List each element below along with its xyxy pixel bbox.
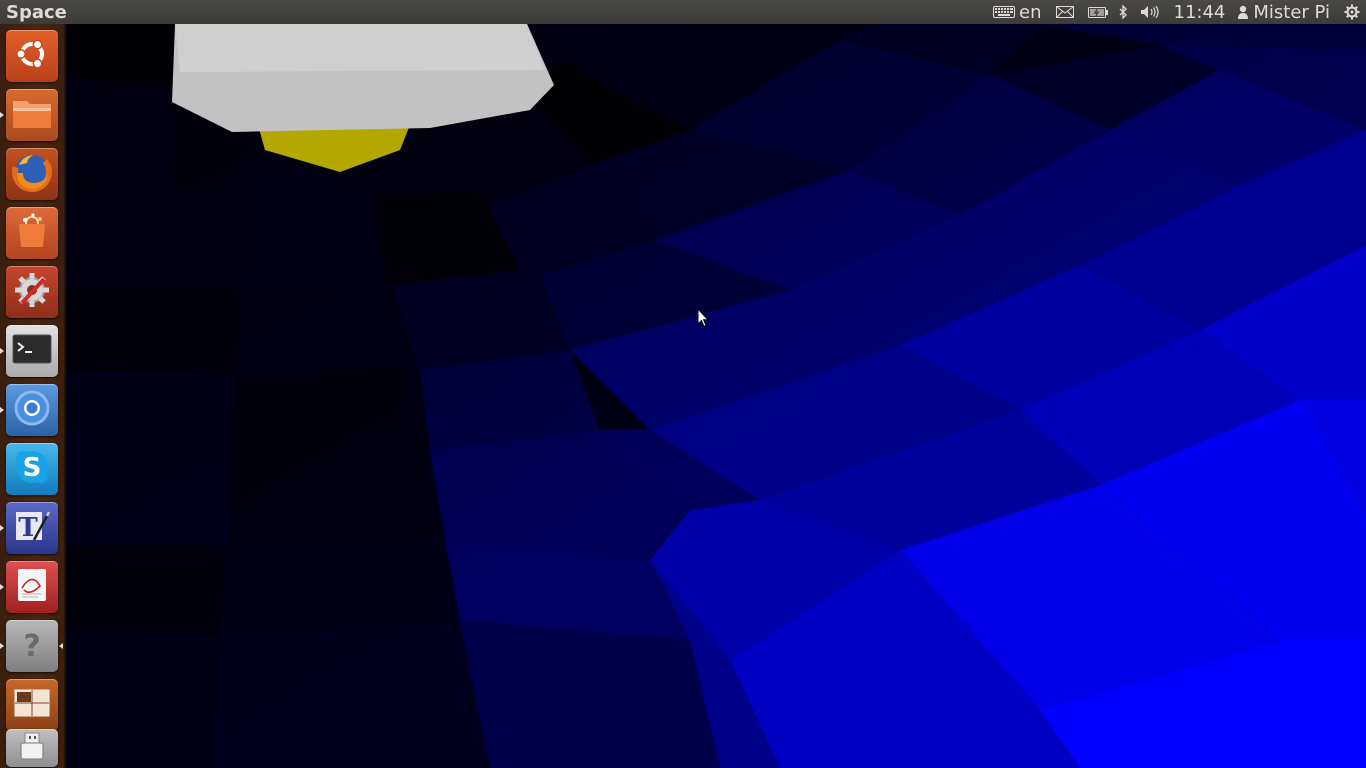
text-editor-icon: T xyxy=(12,506,52,550)
terminal-icon xyxy=(12,334,52,368)
battery-indicator[interactable] xyxy=(1078,0,1112,24)
session-gear-icon xyxy=(1344,4,1360,20)
clock[interactable]: 11:44 xyxy=(1164,0,1234,24)
launcher-help[interactable]: ? xyxy=(6,620,58,672)
running-indicator xyxy=(0,525,4,531)
running-indicator xyxy=(0,643,4,649)
launcher-software-center[interactable] xyxy=(6,207,58,259)
shopping-bag-icon xyxy=(13,212,51,254)
user-icon xyxy=(1237,5,1249,19)
bluetooth-icon xyxy=(1118,5,1128,19)
active-indicator xyxy=(59,643,63,649)
launcher-terminal[interactable] xyxy=(6,325,58,377)
usb-drive-icon xyxy=(15,731,49,765)
3d-object xyxy=(172,24,554,172)
running-indicator xyxy=(0,112,4,118)
keyboard-layout-label: en xyxy=(1019,1,1042,23)
volume-icon xyxy=(1140,5,1160,19)
running-indicator xyxy=(0,407,4,413)
question-icon: ? xyxy=(15,627,49,665)
svg-text:S: S xyxy=(23,453,42,483)
keyboard-indicator[interactable]: en xyxy=(989,0,1045,24)
folder-icon xyxy=(11,95,53,135)
sound-indicator[interactable] xyxy=(1132,0,1164,24)
launcher-chromium[interactable] xyxy=(6,384,58,436)
user-menu[interactable]: Mister Pi xyxy=(1233,0,1334,24)
battery-icon xyxy=(1087,6,1108,18)
unity-launcher: S T ? xyxy=(0,24,66,768)
workspace-icon xyxy=(14,689,50,721)
ubuntu-logo-icon xyxy=(15,37,49,75)
running-indicator xyxy=(0,348,4,354)
launcher-usb-drive[interactable] xyxy=(6,729,58,767)
firefox-icon xyxy=(11,151,53,197)
user-name: Mister Pi xyxy=(1253,1,1330,23)
launcher-files[interactable] xyxy=(6,89,58,141)
running-indicator xyxy=(0,584,4,590)
space-3d-viewport[interactable] xyxy=(64,24,1366,768)
launcher-dash-home[interactable] xyxy=(6,30,58,82)
launcher-document-viewer[interactable] xyxy=(6,561,58,613)
launcher-skype[interactable]: S xyxy=(6,443,58,495)
session-menu[interactable] xyxy=(1334,0,1366,24)
bluetooth-indicator[interactable] xyxy=(1112,0,1132,24)
settings-wrench-icon xyxy=(12,270,52,314)
launcher-workspace-switcher[interactable] xyxy=(6,679,58,731)
top-panel: Space en 11:44 Mister Pi xyxy=(0,0,1366,24)
mouse-pointer xyxy=(697,307,710,332)
messaging-indicator[interactable] xyxy=(1046,0,1078,24)
keyboard-icon xyxy=(993,6,1016,18)
active-app-title[interactable]: Space xyxy=(0,2,67,23)
launcher-firefox[interactable] xyxy=(6,148,58,200)
mail-icon xyxy=(1055,6,1074,18)
launcher-text-editor[interactable]: T xyxy=(6,502,58,554)
document-viewer-icon xyxy=(13,566,51,608)
indicator-area: en 11:44 Mister Pi xyxy=(989,0,1366,24)
launcher-system-settings[interactable] xyxy=(6,266,58,318)
skype-icon: S xyxy=(12,447,52,491)
svg-text:?: ? xyxy=(23,629,40,661)
chromium-icon xyxy=(13,389,51,431)
